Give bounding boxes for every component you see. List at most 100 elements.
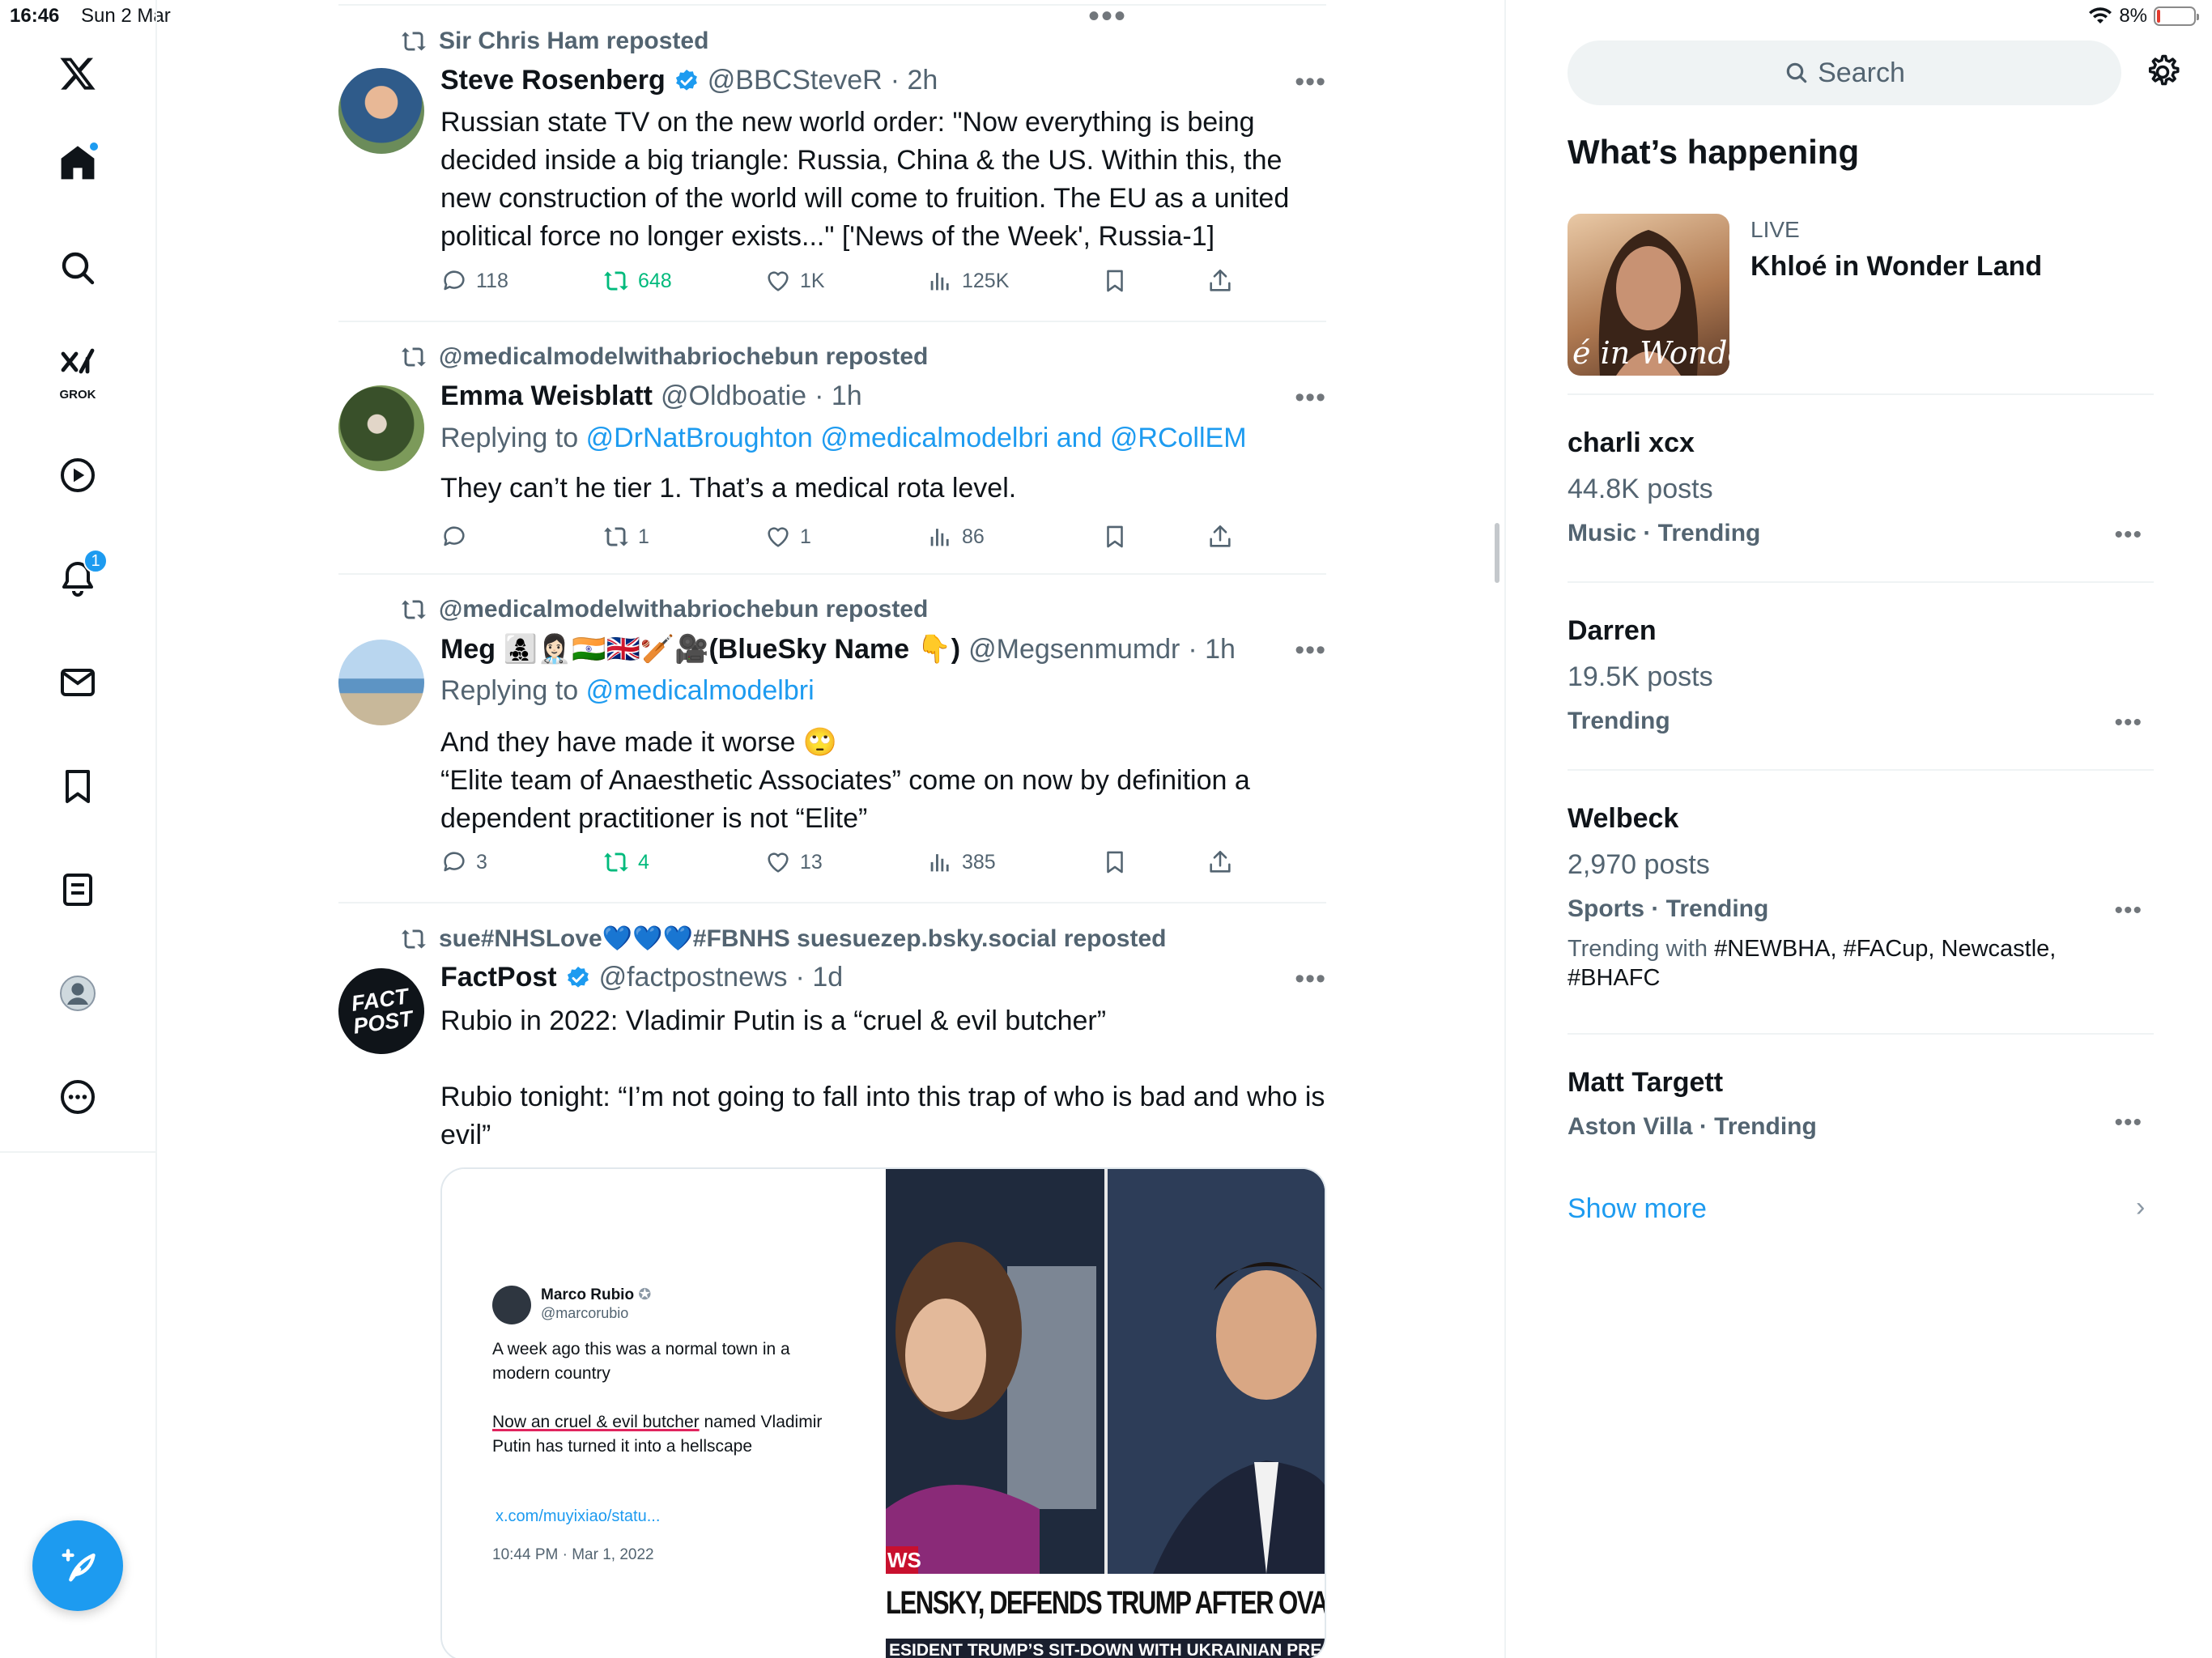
trend-item[interactable]: Welbeck 2,970 posts Sports · Trending Tr… — [1568, 803, 2154, 993]
bookmark-button[interactable] — [1101, 523, 1129, 551]
repost-count: 1 — [638, 525, 649, 548]
author-handle[interactable]: @Megsenmumdr — [968, 634, 1180, 665]
avatar[interactable]: FACT POST — [333, 963, 430, 1060]
repost-icon — [402, 347, 426, 367]
post-time[interactable]: · 1h — [1188, 634, 1236, 665]
share-button[interactable] — [1206, 523, 1234, 551]
nav-more[interactable] — [54, 1073, 101, 1120]
trend-more-button[interactable]: ••• — [2114, 897, 2142, 925]
replying-to-handles[interactable]: @DrNatBroughton @medicalmodelbri and @RC… — [586, 423, 1247, 453]
avatar[interactable] — [338, 385, 424, 471]
author-handle[interactable]: @factpostnews — [599, 962, 788, 993]
live-event-card[interactable]: é in Wonder L LIVE Khloé in Wonder Land — [1568, 214, 2154, 393]
views-button[interactable]: 86 — [926, 523, 985, 551]
embedded-author-name-text: Marco Rubio — [541, 1286, 635, 1303]
post-time[interactable]: · 2h — [891, 65, 938, 96]
nav-grok[interactable]: GROK — [54, 346, 101, 402]
share-button[interactable] — [1206, 267, 1234, 295]
repost-button[interactable]: 648 — [602, 267, 672, 295]
reply-button[interactable] — [440, 523, 476, 551]
show-more-link[interactable]: Show more — [1568, 1193, 1707, 1225]
verified-badge-icon — [675, 69, 697, 91]
nav-messages[interactable] — [54, 659, 101, 706]
bookmark-icon — [1107, 525, 1123, 548]
nav-lists[interactable] — [54, 866, 101, 913]
nav-notifications[interactable]: 1 — [54, 549, 108, 602]
settings-gear-icon[interactable] — [2144, 53, 2181, 91]
trend-item[interactable]: Darren 19.5K posts Trending ••• — [1568, 615, 2154, 737]
trend-more-button[interactable]: ••• — [2114, 521, 2142, 549]
trend-item[interactable]: Matt Targett Aston Villa · Trending ••• — [1568, 1067, 2154, 1141]
nav-video[interactable] — [54, 452, 101, 499]
reply-button[interactable]: 3 — [440, 848, 487, 876]
reposted-by[interactable]: Sir Chris Ham reposted — [439, 28, 708, 55]
author-handle[interactable]: @Oldboatie — [661, 380, 806, 412]
trending-with-label: Trending with — [1568, 936, 1715, 962]
tweet[interactable]: @medicalmodelwithabriochebun reposted Me… — [338, 593, 1326, 903]
compose-post-button[interactable] — [32, 1520, 123, 1611]
trend-more-button[interactable]: ••• — [2114, 1109, 2142, 1137]
tweet-text-line: “Elite team of Anaesthetic Associates” c… — [440, 765, 1250, 834]
ticker-tag: WS — [886, 1546, 921, 1574]
x-logo-icon[interactable] — [54, 50, 101, 97]
replying-to-handles[interactable]: @medicalmodelbri — [586, 675, 815, 706]
chevron-right-icon[interactable]: › — [2136, 1192, 2145, 1223]
post-time[interactable]: · 1d — [796, 962, 844, 993]
author-name[interactable]: Emma Weisblatt — [440, 380, 653, 412]
tweet-more-button[interactable]: ••• — [1295, 635, 1326, 666]
bookmark-icon — [66, 770, 90, 803]
split-view-handle[interactable] — [1495, 523, 1499, 583]
envelope-icon — [61, 669, 95, 696]
like-button[interactable]: 1K — [764, 267, 825, 295]
like-button[interactable]: 1 — [764, 523, 811, 551]
tweet-more-button[interactable]: ••• — [1295, 963, 1326, 995]
repost-context: @medicalmodelwithabriochebun reposted — [400, 596, 928, 623]
left-nav: GROK 1 — [0, 0, 157, 1658]
nav-bookmarks[interactable] — [54, 763, 101, 810]
nav-explore[interactable] — [54, 244, 101, 291]
share-icon — [1210, 850, 1231, 873]
views-chart-icon — [930, 529, 949, 546]
author-name[interactable]: FactPost — [440, 962, 557, 993]
reposted-by[interactable]: sue#NHSLove💙💙💙#FBNHS suesuezep.bsky.soci… — [439, 925, 1166, 953]
tweet[interactable]: Sir Chris Ham reposted Steve Rosenberg @… — [338, 23, 1326, 322]
tweet-more-button[interactable]: ••• — [1295, 66, 1326, 98]
repost-button[interactable]: 1 — [602, 523, 649, 551]
timeline: ••• Sir Chris Ham reposted Steve Rosenbe… — [333, 0, 1326, 1658]
embedded-tweet-screenshot[interactable]: Marco Rubio ✪ @marcorubio A week ago thi… — [442, 1169, 886, 1658]
tweet-more-button[interactable]: ••• — [1295, 382, 1326, 414]
bookmark-button[interactable] — [1101, 848, 1129, 876]
share-button[interactable] — [1206, 848, 1234, 876]
nav-profile[interactable] — [54, 970, 101, 1017]
author-handle[interactable]: @BBCSteveR — [708, 65, 883, 96]
bookmark-button[interactable] — [1101, 267, 1129, 295]
author-name[interactable]: Meg 👩‍👧‍👦👩🏻‍⚕️🇮🇳🇬🇧🏏🎥(BlueSky Name 👇) — [440, 633, 960, 665]
reposted-by[interactable]: @medicalmodelwithabriochebun reposted — [439, 343, 928, 371]
trend-name: Welbeck — [1568, 803, 1679, 834]
repost-button[interactable]: 4 — [602, 848, 649, 876]
views-button[interactable]: 385 — [926, 848, 996, 876]
embedded-link: x.com/muyixiao/statu... — [496, 1507, 661, 1525]
author-name[interactable]: Steve Rosenberg — [440, 65, 666, 96]
nav-home[interactable] — [54, 139, 101, 186]
embedded-text-underlined: Now an — [492, 1413, 555, 1431]
search-input[interactable]: Search — [1568, 40, 2121, 105]
like-button[interactable]: 13 — [764, 848, 823, 876]
avatar[interactable] — [338, 68, 424, 154]
reposted-by[interactable]: @medicalmodelwithabriochebun reposted — [439, 596, 928, 623]
play-circle-icon — [61, 458, 95, 492]
tweet-media-card[interactable]: Marco Rubio ✪ @marcorubio A week ago thi… — [440, 1167, 1326, 1658]
views-button[interactable]: 125K — [926, 267, 1009, 295]
bookmark-icon — [1107, 270, 1123, 292]
tweet[interactable]: @medicalmodelwithabriochebun reposted Em… — [338, 340, 1326, 575]
avatar[interactable] — [338, 640, 424, 725]
trend-item[interactable]: charli xcx 44.8K posts Music · Trending … — [1568, 427, 2154, 549]
news-video-still[interactable]: WS LENSKY, DEFENDS TRUMP AFTER OVAL OFFI… — [886, 1169, 1325, 1658]
repost-context: Sir Chris Ham reposted — [400, 28, 708, 55]
tweet-text: Rubio in 2022: Vladimir Putin is a “crue… — [440, 1002, 1326, 1154]
trend-category: Sports · Trending — [1568, 895, 1769, 922]
like-count: 1 — [800, 525, 811, 548]
trend-more-button[interactable]: ••• — [2114, 709, 2142, 737]
post-time[interactable]: · 1h — [815, 380, 862, 412]
reply-button[interactable]: 118 — [440, 267, 508, 295]
